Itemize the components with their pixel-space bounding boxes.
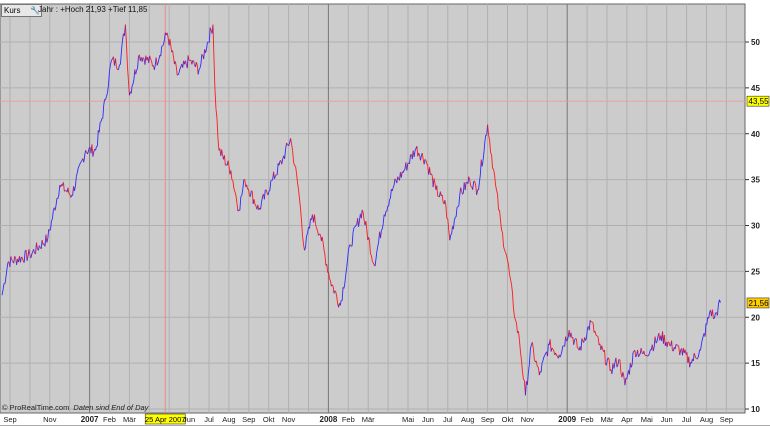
x-tick-label: Mär (601, 415, 614, 424)
x-tick-label: Nov (521, 415, 535, 424)
x-tick-label: Jul (204, 415, 214, 424)
x-year-label: 2009 (558, 415, 576, 424)
price-segment (271, 179, 273, 181)
price-segment (696, 357, 699, 360)
x-tick-label: Mai (641, 415, 653, 424)
x-tick-label: Mär (362, 415, 375, 424)
x-tick-label: Apr (621, 415, 633, 424)
data-note: Daten sind End of Day (73, 403, 149, 412)
x-year-label: 2008 (320, 415, 338, 424)
x-tick-label: Jun (661, 415, 673, 424)
series-label: Kurs (4, 6, 21, 15)
price-segment (294, 165, 296, 167)
x-tick-label: Feb (581, 415, 594, 424)
x-tick-label: Sep (720, 415, 733, 424)
price-chart: 10 15 20 25 30 35 40 45 50 43,55 21,56 Sep Nov 2007 Fe… (0, 3, 770, 426)
x-tick-label: Nov (282, 415, 296, 424)
y-tick-label: 35 (751, 176, 760, 185)
y-tick-label: 40 (751, 130, 760, 139)
x-tick-label: Sep (481, 415, 494, 424)
y-tick-label: 15 (751, 359, 760, 368)
x-tick-label: Aug (222, 415, 235, 424)
price-segment (446, 217, 449, 220)
price-segment (350, 245, 353, 247)
price-segment (64, 190, 66, 192)
price-segment (675, 344, 678, 346)
x-tick-label: Mär (123, 415, 136, 424)
price-segment (21, 256, 23, 258)
x-tick-label: Jul (443, 415, 453, 424)
x-tick-label: Okt (502, 415, 515, 424)
price-segment (470, 185, 472, 188)
x-tick-label: Sep (3, 415, 16, 424)
x-tick-label: Jul (682, 415, 692, 424)
y-tick-label: 30 (751, 222, 760, 231)
y-tick-label: 10 (751, 405, 760, 414)
price-segment (595, 334, 598, 337)
x-tick-label: Aug (700, 415, 713, 424)
x-tick-label: Aug (461, 415, 474, 424)
y-tick-label: 25 (751, 267, 760, 276)
y-tick-label: 45 (751, 84, 760, 93)
x-tick-label: Jun (183, 415, 195, 424)
x-cursor-label: 25 Apr 2007 (145, 415, 185, 424)
x-tick-label: Feb (342, 415, 355, 424)
price-segment (492, 168, 494, 170)
x-tick-label: Feb (103, 415, 116, 424)
x-tick-label: Jun (422, 415, 434, 424)
price-segment (119, 63, 121, 66)
x-tick-label: Mai (402, 415, 414, 424)
cursor-value-label: 43,55 (749, 97, 770, 106)
x-tick-label: Okt (263, 415, 276, 424)
footer-credit: © ProRealTime.com Daten sind End of Day (2, 403, 148, 412)
copyright: © ProRealTime.com (2, 403, 70, 412)
last-value-label: 21,56 (749, 299, 770, 308)
y-tick-label: 50 (751, 38, 760, 47)
price-segment (566, 339, 568, 342)
price-segment (231, 179, 234, 181)
x-tick-label: Nov (43, 415, 57, 424)
y-tick-label: 20 (751, 313, 760, 322)
price-segment (713, 317, 715, 320)
price-segment (353, 226, 356, 229)
x-year-label: 2007 (81, 415, 99, 424)
price-segment (591, 321, 594, 324)
range-info: Jahr : +Hoch 21,93 +Tief 11,85 (38, 5, 148, 14)
x-tick-label: Sep (242, 415, 255, 424)
price-segment (319, 233, 321, 236)
series-selector[interactable]: Kurs 🔧 (1, 4, 42, 17)
price-segment (577, 347, 579, 349)
